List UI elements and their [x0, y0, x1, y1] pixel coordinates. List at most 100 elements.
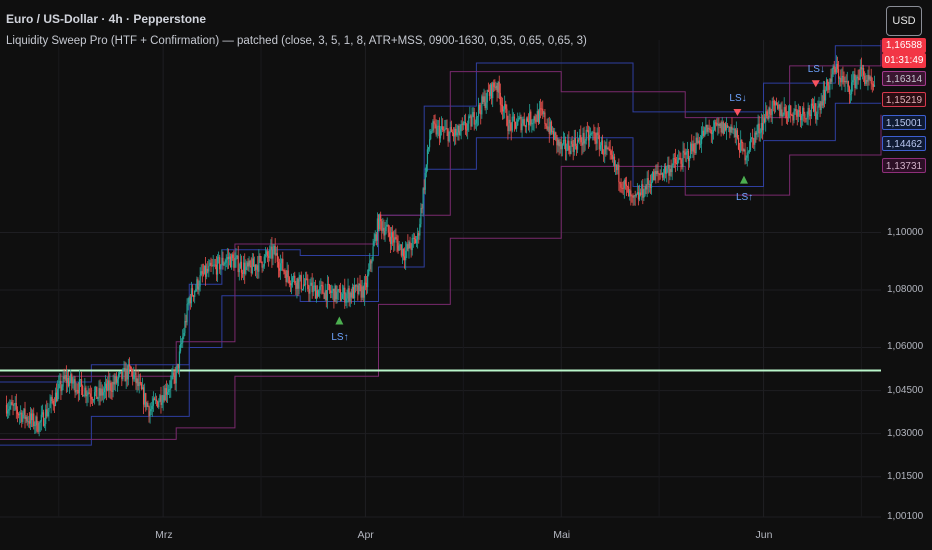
candle-body	[774, 102, 777, 106]
candle-body	[621, 187, 623, 189]
candle-body	[422, 188, 424, 209]
candle-body	[872, 83, 874, 87]
candle-body	[250, 265, 252, 274]
candle-body	[717, 123, 719, 126]
candle-body	[536, 111, 538, 122]
candle-body	[511, 116, 513, 131]
candle-body	[401, 248, 404, 256]
candle-body	[119, 372, 121, 375]
candle-body	[178, 351, 181, 369]
symbol-title: Euro / US-Dollar · 4h · Pepperstone	[6, 12, 207, 26]
candle-body	[326, 284, 328, 301]
candle-body	[694, 152, 696, 154]
candle-body	[698, 140, 700, 145]
candle-body	[517, 119, 519, 126]
candle-body	[100, 388, 102, 396]
candle-body	[213, 264, 215, 266]
candle-body	[126, 368, 128, 380]
indicator-legend[interactable]: Liquidity Sweep Pro (HTF + Confirmation)…	[6, 35, 587, 47]
candle-body	[659, 174, 661, 176]
candle-body	[296, 278, 298, 289]
candle-body	[649, 184, 652, 188]
candle-body	[858, 77, 860, 80]
ls-bullish-label: LS↑	[331, 332, 349, 344]
candle-body	[683, 150, 685, 153]
candle-body	[534, 116, 536, 121]
candle-body	[87, 392, 89, 395]
candle-body	[508, 119, 510, 132]
candle-body	[658, 173, 660, 175]
candle-body	[481, 96, 483, 115]
candle-body	[837, 68, 840, 79]
candle-body	[864, 75, 866, 84]
candle-body	[368, 269, 370, 275]
candle-body	[570, 141, 572, 154]
candle-body	[777, 104, 779, 109]
candle-body	[818, 103, 820, 107]
candle-body	[206, 268, 208, 277]
candle-body	[854, 74, 856, 88]
candle-body	[604, 145, 606, 155]
candle-body	[487, 89, 489, 92]
candle-body	[663, 166, 666, 174]
candle-body	[799, 111, 802, 121]
candle-body	[290, 283, 293, 286]
candle-body	[393, 237, 395, 243]
candle-body	[775, 102, 778, 105]
candle-body	[656, 170, 658, 175]
candle-body	[479, 104, 481, 111]
candle-body	[45, 409, 47, 425]
candle-body	[211, 265, 213, 267]
candle-body	[752, 137, 754, 139]
candle-body	[608, 148, 610, 150]
candle-body	[666, 168, 668, 174]
candle-body	[595, 141, 597, 144]
candle-body	[384, 231, 386, 236]
candle-body	[297, 278, 299, 289]
price-chart[interactable]	[0, 0, 932, 550]
currency-button[interactable]: USD	[886, 6, 922, 36]
candle-body	[468, 116, 470, 124]
candle-body	[303, 284, 306, 286]
candle-body	[495, 85, 497, 89]
candle-body	[231, 254, 233, 268]
candle-body	[504, 104, 506, 110]
candle-body	[165, 388, 168, 395]
candle-body	[670, 168, 672, 173]
candle-body	[376, 218, 379, 241]
candle-body	[640, 192, 642, 195]
candle-body	[466, 129, 468, 131]
candle-body	[179, 344, 182, 352]
candle-body	[125, 368, 127, 382]
candle-body	[446, 128, 448, 130]
candle-body	[411, 237, 413, 251]
candle-body	[834, 69, 836, 73]
candle-body	[145, 393, 147, 407]
candle-body	[594, 132, 596, 142]
candle-body	[856, 76, 858, 80]
candle-body	[299, 275, 301, 280]
candle-body	[587, 130, 590, 141]
candle-body	[749, 139, 752, 150]
candle-body	[551, 131, 554, 133]
candle-body	[592, 132, 594, 134]
candle-body	[58, 383, 60, 390]
candle-body	[289, 283, 292, 286]
candle-body	[455, 128, 457, 136]
candle-body	[499, 92, 501, 105]
candle-body	[447, 129, 449, 142]
candle-body	[846, 81, 848, 82]
candle-body	[152, 398, 154, 406]
candle-body	[521, 123, 523, 131]
candle-body	[861, 68, 864, 70]
candle-body	[80, 379, 83, 386]
candle-body	[732, 128, 734, 130]
candle-body	[372, 246, 374, 261]
candle-body	[476, 116, 479, 118]
candle-body	[845, 81, 847, 82]
candle-body	[660, 173, 662, 175]
candle-body	[575, 145, 578, 150]
candle-body	[530, 111, 532, 125]
candle-body	[122, 369, 124, 380]
candle-body	[489, 84, 492, 96]
